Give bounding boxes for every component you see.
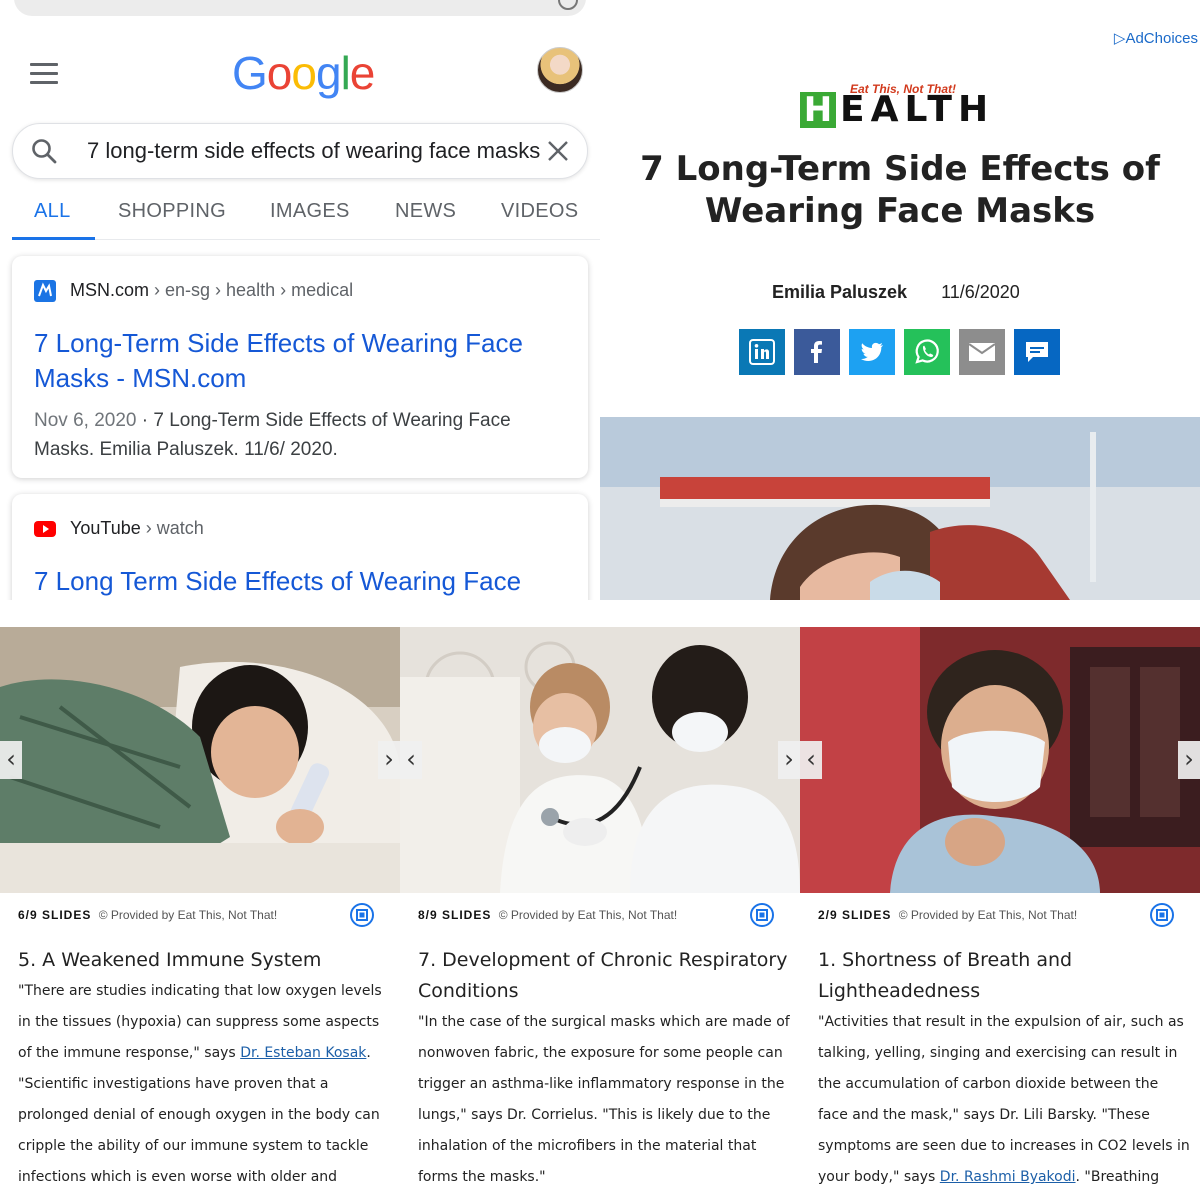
result-source: YouTube › watch <box>34 518 204 540</box>
doctor-examining-patient-image <box>400 627 800 893</box>
slide-meta: 8/9 SLIDES © Provided by Eat This, Not T… <box>418 908 677 922</box>
slide-title: 1. Shortness of Breath and Lightheadedne… <box>818 949 1073 1002</box>
msn-icon <box>34 280 56 303</box>
result-path: › watch <box>140 518 204 538</box>
youtube-icon <box>34 521 56 538</box>
eat-this-health-logo: Eat This, Not That! H EALTH <box>800 82 1020 132</box>
slide-counter: 2/9 SLIDES <box>818 908 892 922</box>
share-buttons <box>739 329 1060 375</box>
next-slide-button[interactable]: › <box>1178 741 1200 779</box>
slide-counter: 6/9 SLIDES <box>18 908 92 922</box>
expand-icon[interactable] <box>350 903 374 927</box>
twitter-icon <box>861 342 883 361</box>
article-panel: ▷AdChoices Eat This, Not That! H EALTH 7… <box>600 0 1200 600</box>
article-author[interactable]: Emilia Paluszek <box>772 282 907 302</box>
slide-provider: © Provided by Eat This, Not That! <box>98 908 278 922</box>
facebook-share-button[interactable] <box>794 329 840 375</box>
linkedin-icon <box>749 339 775 365</box>
hamburger-menu-icon[interactable] <box>30 63 58 85</box>
search-input[interactable]: 7 long-term side effects of wearing face… <box>87 138 543 166</box>
article-hero-image <box>600 417 1200 600</box>
slide-body: "In the case of the surgical masks which… <box>418 1014 790 1185</box>
slide-body: "Activities that result in the expulsion… <box>818 1014 1190 1185</box>
adchoices-link[interactable]: ▷AdChoices <box>1114 29 1198 47</box>
comment-icon <box>1026 342 1048 362</box>
slide-photo <box>400 627 800 893</box>
slide-card: ‹ › 8/9 SLIDES © Provided by Eat This, N… <box>400 627 800 1200</box>
result-snippet: Nov 6, 2020 · 7 Long-Term Side Effects o… <box>34 410 511 460</box>
linkedin-share-button[interactable] <box>739 329 785 375</box>
result-site: MSN.com <box>70 280 150 300</box>
previous-slide-button[interactable]: ‹ <box>0 741 22 779</box>
whatsapp-icon <box>915 339 939 364</box>
google-search-panel: Google 7 long-term side effects of weari… <box>0 0 600 600</box>
next-slide-button[interactable]: › <box>378 741 400 779</box>
expand-icon[interactable] <box>1150 903 1174 927</box>
tab-images[interactable]: IMAGES <box>270 200 350 223</box>
email-icon <box>968 343 996 361</box>
tab-videos[interactable]: VIDEOS <box>501 200 578 223</box>
twitter-share-button[interactable] <box>849 329 895 375</box>
result-path: › en-sg › health › medical <box>149 280 354 300</box>
slide-counter: 8/9 SLIDES <box>418 908 492 922</box>
slide-meta: 2/9 SLIDES © Provided by Eat This, Not T… <box>818 908 1077 922</box>
slide-photo <box>800 627 1200 893</box>
slide-title: 5. A Weakened Immune System <box>18 949 322 971</box>
article-title: 7 Long-Term Side Effects of Wearing Face… <box>640 149 1160 231</box>
search-icon[interactable] <box>31 138 57 164</box>
search-result[interactable]: YouTube › watch 7 Long Term Side Effects… <box>12 494 588 600</box>
slide-provider: © Provided by Eat This, Not That! <box>498 908 678 922</box>
article-date: 11/6/2020 <box>941 282 1020 302</box>
slide-title: 7. Development of Chronic Respiratory Co… <box>418 949 788 1002</box>
search-tabs: ALL SHOPPING IMAGES NEWS VIDEOS <box>12 196 600 240</box>
man-wearing-mask-image <box>800 627 1200 893</box>
previous-slide-button[interactable]: ‹ <box>400 741 422 779</box>
previous-slide-button[interactable]: ‹ <box>800 741 822 779</box>
next-slide-button[interactable]: › <box>778 741 800 779</box>
browser-url-bar[interactable] <box>14 0 586 16</box>
account-avatar[interactable] <box>537 47 583 93</box>
tab-shopping[interactable]: SHOPPING <box>118 200 226 223</box>
expand-icon[interactable] <box>750 903 774 927</box>
slide-provider: © Provided by Eat This, Not That! <box>898 908 1078 922</box>
slide-photo <box>0 627 400 893</box>
clear-search-icon[interactable] <box>545 138 571 164</box>
google-logo[interactable]: Google <box>232 46 375 100</box>
tab-all[interactable]: ALL <box>34 200 71 223</box>
expert-link[interactable]: Dr. Esteban Kosak <box>240 1045 366 1061</box>
search-result[interactable]: MSN.com › en-sg › health › medical 7 Lon… <box>12 256 588 478</box>
result-title-link[interactable]: 7 Long Term Side Effects of Wearing Face <box>34 564 554 599</box>
slide-card: ‹ › 2/9 SLIDES © Provided by Eat This, N… <box>800 627 1200 1200</box>
result-source: MSN.com › en-sg › health › medical <box>34 280 354 303</box>
whatsapp-share-button[interactable] <box>904 329 950 375</box>
search-box[interactable]: 7 long-term side effects of wearing face… <box>12 123 588 179</box>
slide-meta: 6/9 SLIDES © Provided by Eat This, Not T… <box>18 908 277 922</box>
result-site: YouTube <box>70 518 141 538</box>
slide-body: "There are studies indicating that low o… <box>18 983 382 1185</box>
active-tab-indicator <box>12 237 95 240</box>
comment-share-button[interactable] <box>1014 329 1060 375</box>
tab-news[interactable]: NEWS <box>395 200 456 223</box>
facebook-icon <box>811 341 822 363</box>
sick-woman-in-bed-image <box>0 627 400 893</box>
article-byline: Emilia Paluszek 11/6/2020 <box>772 282 1020 303</box>
slide-card: ‹ › 6/9 SLIDES © Provided by Eat This, N… <box>0 627 400 1200</box>
hero-photo <box>600 417 1200 600</box>
expert-link[interactable]: Dr. Rashmi Byakodi <box>940 1169 1076 1185</box>
result-title-link[interactable]: 7 Long-Term Side Effects of Wearing Face… <box>34 326 554 396</box>
email-share-button[interactable] <box>959 329 1005 375</box>
